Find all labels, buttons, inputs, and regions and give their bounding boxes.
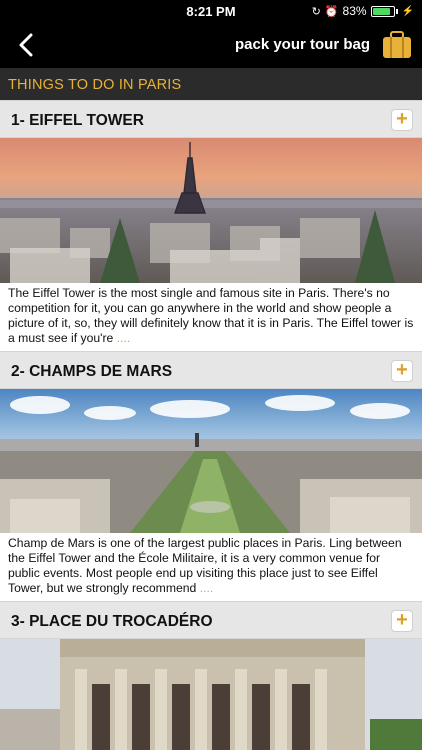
suitcase-icon <box>383 31 411 58</box>
rotation-lock-icon: ↻ <box>311 5 321 18</box>
status-bar: 8:21 PM ↻ ⏰ 83% ⚡ <box>0 0 422 22</box>
battery-fill <box>372 7 390 15</box>
item-title: 1- EIFFEL TOWER <box>11 112 144 129</box>
battery-icon <box>370 5 395 17</box>
back-button[interactable] <box>6 26 46 64</box>
chevron-left-icon <box>19 33 33 57</box>
item-description: The Eiffel Tower is the most single and … <box>0 283 422 351</box>
status-indicators: ↻ ⏰ 83% ⚡ <box>312 4 414 18</box>
champs-de-mars-image <box>0 389 422 533</box>
champs-de-mars-photo[interactable] <box>0 389 422 533</box>
list-item-header[interactable]: 2- CHAMPS DE MARS + <box>0 351 422 389</box>
attractions-list: 1- EIFFEL TOWER + The Eiffel Tower is th… <box>0 100 422 750</box>
list-item-header[interactable]: 3- PLACE DU TROCADÉRO + <box>0 601 422 639</box>
list-item-header[interactable]: 1- EIFFEL TOWER + <box>0 100 422 138</box>
add-to-bag-button[interactable]: + <box>391 109 413 131</box>
charging-icon: ⚡ <box>401 5 414 17</box>
read-more-link[interactable]: .... <box>117 331 131 345</box>
add-to-bag-button[interactable]: + <box>391 610 413 632</box>
item-description-text: The Eiffel Tower is the most single and … <box>8 286 414 345</box>
nav-bar: pack your tour bag <box>0 22 422 68</box>
battery-cap <box>395 8 398 14</box>
add-to-bag-button[interactable]: + <box>391 360 413 382</box>
tour-bag-button[interactable] <box>382 31 412 59</box>
section-title: THINGS TO DO IN PARIS <box>0 68 422 100</box>
item-description: Champ de Mars is one of the largest publ… <box>0 533 422 601</box>
trocadero-photo[interactable] <box>0 639 422 750</box>
eiffel-tower-photo[interactable] <box>0 138 422 283</box>
nav-title: pack your tour bag <box>234 36 370 53</box>
alarm-icon: ⏰ <box>324 5 339 18</box>
trocadero-image <box>0 639 422 750</box>
item-title: 3- PLACE DU TROCADÉRO <box>11 613 213 630</box>
eiffel-tower-image <box>0 138 422 283</box>
battery-percent: 83% <box>342 4 367 18</box>
item-title: 2- CHAMPS DE MARS <box>11 363 173 380</box>
read-more-link[interactable]: .... <box>200 581 214 595</box>
